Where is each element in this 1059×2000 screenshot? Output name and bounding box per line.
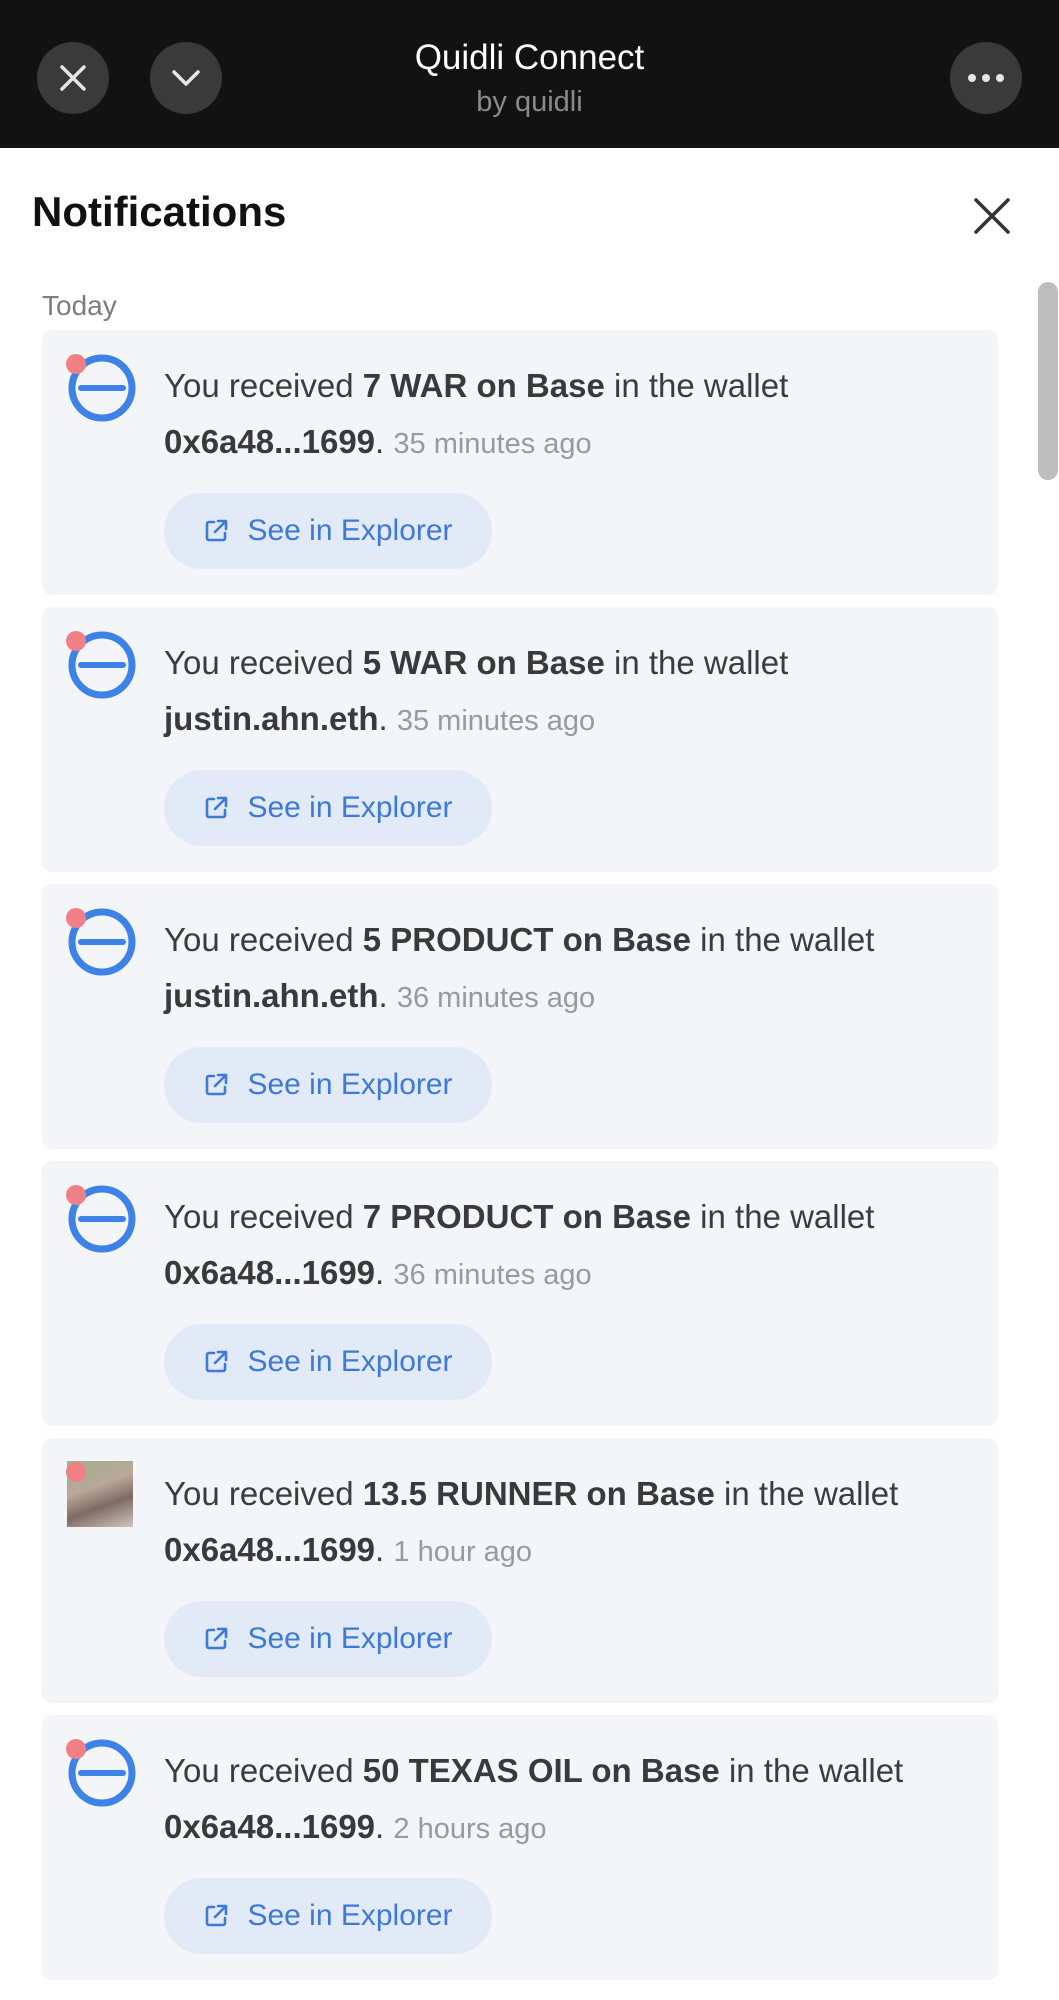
timestamp: 1 hour ago xyxy=(393,1536,533,1568)
external-link-icon xyxy=(206,1627,228,1650)
more-options-button[interactable] xyxy=(950,42,1022,114)
see-in-explorer-button[interactable]: See in Explorer xyxy=(164,1601,492,1677)
token-amount: 13.5 RUNNER on Base xyxy=(362,1475,715,1512)
token-amount: 5 PRODUCT on Base xyxy=(362,921,691,958)
notification-card[interactable]: You received 13.5 RUNNER on Base in the … xyxy=(42,1438,998,1703)
app-title: Quidli Connect xyxy=(414,38,645,77)
notification-card[interactable]: You received 50 TEXAS OIL on Base in the… xyxy=(42,1715,998,1980)
unread-indicator xyxy=(66,1739,86,1759)
see-in-explorer-button[interactable]: See in Explorer xyxy=(164,1047,492,1123)
unread-indicator xyxy=(66,908,86,928)
external-link-icon xyxy=(206,1350,228,1373)
see-in-explorer-label: See in Explorer xyxy=(247,1345,453,1378)
timestamp: 36 minutes ago xyxy=(396,982,596,1014)
see-in-explorer-label: See in Explorer xyxy=(247,1622,453,1655)
unread-indicator xyxy=(66,1462,86,1482)
unread-indicator xyxy=(66,1185,86,1205)
app-header: Quidli Connect by quidli xyxy=(0,0,1059,148)
timestamp: 35 minutes ago xyxy=(393,428,592,460)
see-in-explorer-label: See in Explorer xyxy=(247,1899,453,1932)
see-in-explorer-label: See in Explorer xyxy=(247,514,453,547)
see-in-explorer-label: See in Explorer xyxy=(247,791,453,824)
external-link-icon xyxy=(206,796,228,819)
token-amount: 7 PRODUCT on Base xyxy=(362,1198,691,1235)
app-subtitle: by quidli xyxy=(476,86,583,118)
see-in-explorer-button[interactable]: See in Explorer xyxy=(164,1878,492,1954)
notification-message: You received 13.5 RUNNER on Base in the … xyxy=(164,1475,899,1568)
unread-indicator xyxy=(66,354,86,374)
close-icon[interactable] xyxy=(968,192,1016,240)
external-link-icon xyxy=(206,519,228,542)
token-amount: 5 WAR on Base xyxy=(362,644,605,681)
wallet-address: 0x6a48...1699 xyxy=(164,1531,376,1568)
see-in-explorer-button[interactable]: See in Explorer xyxy=(164,493,492,569)
external-link-icon xyxy=(206,1904,228,1927)
scrollbar[interactable] xyxy=(1038,282,1058,480)
timestamp: 35 minutes ago xyxy=(396,705,596,737)
notification-card[interactable]: You received 7 PRODUCT on Base in the wa… xyxy=(42,1161,998,1426)
see-in-explorer-label: See in Explorer xyxy=(247,1068,453,1101)
token-amount: 50 TEXAS OIL on Base xyxy=(362,1752,720,1789)
notification-card[interactable]: You received 5 PRODUCT on Base in the wa… xyxy=(42,884,998,1149)
wallet-address: 0x6a48...1699 xyxy=(164,423,376,460)
notification-list: You received 7 WAR on Base in the wallet… xyxy=(42,330,998,1992)
timestamp: 36 minutes ago xyxy=(393,1259,592,1291)
see-in-explorer-button[interactable]: See in Explorer xyxy=(164,1324,492,1400)
wallet-address: justin.ahn.eth xyxy=(164,977,379,1014)
notification-message: You received 5 WAR on Base in the wallet… xyxy=(164,644,789,737)
wallet-address: 0x6a48...1699 xyxy=(164,1808,376,1845)
notification-card[interactable]: You received 5 WAR on Base in the wallet… xyxy=(42,607,998,872)
page-title: Notifications xyxy=(32,188,287,235)
notification-message: You received 5 PRODUCT on Base in the wa… xyxy=(164,921,875,1014)
more-horizontal-icon xyxy=(968,74,1004,82)
external-link-icon xyxy=(206,1073,228,1096)
notification-message: You received 50 TEXAS OIL on Base in the… xyxy=(164,1752,904,1845)
notification-message: You received 7 PRODUCT on Base in the wa… xyxy=(164,1198,875,1291)
notification-card[interactable]: You received 7 WAR on Base in the wallet… xyxy=(42,330,998,595)
unread-indicator xyxy=(66,631,86,651)
timestamp: 2 hours ago xyxy=(393,1813,547,1845)
wallet-address: justin.ahn.eth xyxy=(164,700,379,737)
token-amount: 7 WAR on Base xyxy=(362,367,605,404)
wallet-address: 0x6a48...1699 xyxy=(164,1254,376,1291)
section-label-today: Today xyxy=(42,290,117,321)
see-in-explorer-button[interactable]: See in Explorer xyxy=(164,770,492,846)
notification-message: You received 7 WAR on Base in the wallet… xyxy=(164,367,789,460)
